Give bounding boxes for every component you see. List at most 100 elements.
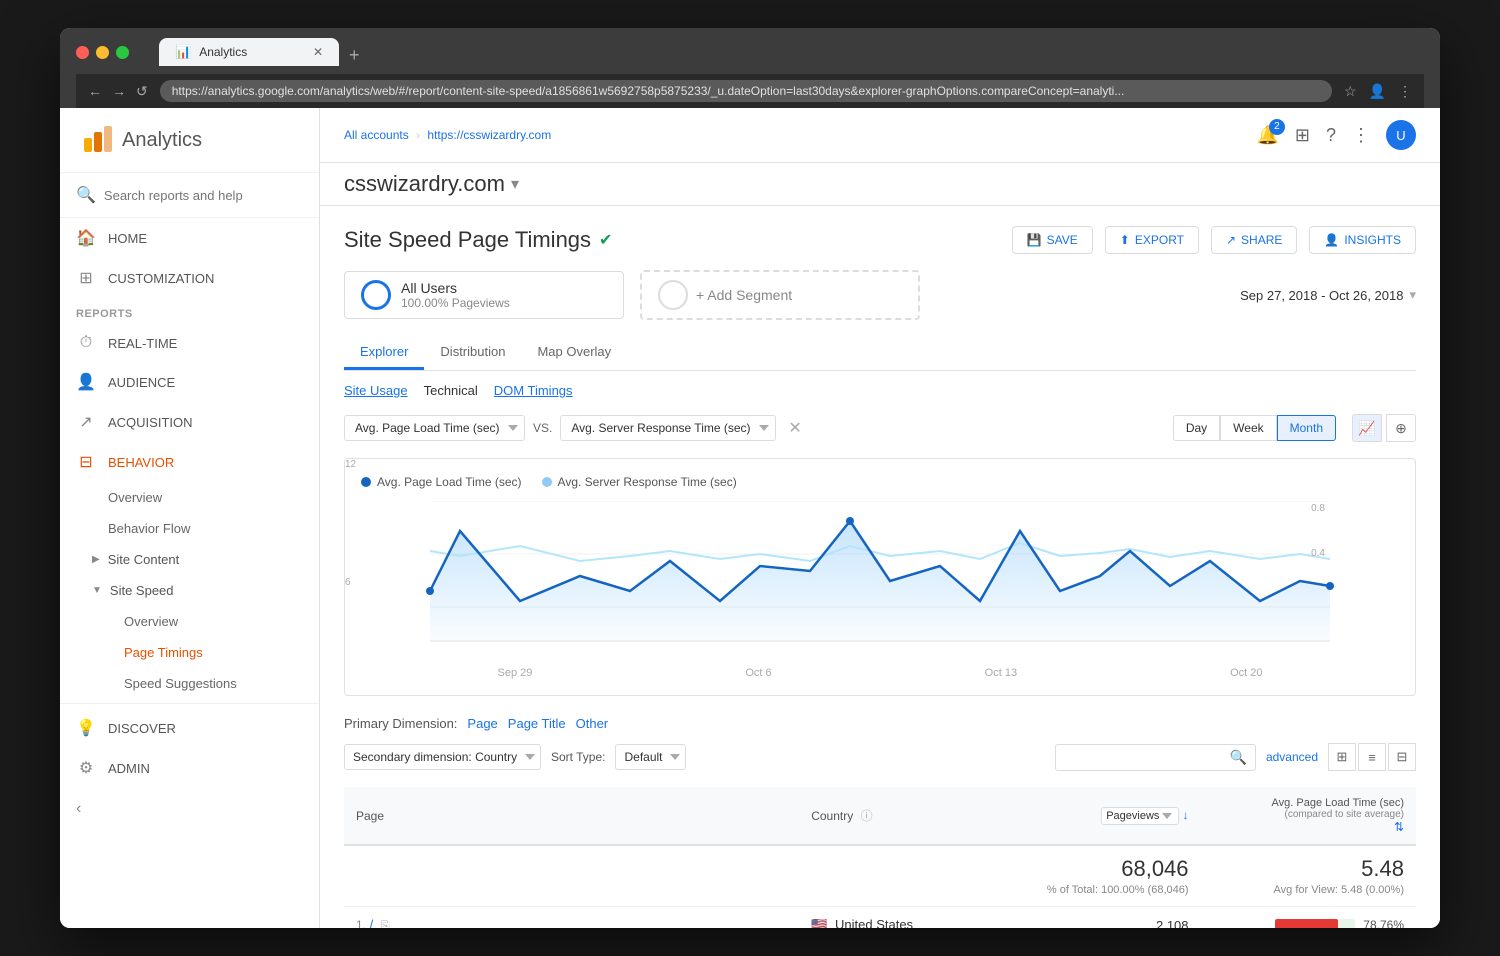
- svg-text:0.8: 0.8: [1311, 503, 1325, 514]
- week-button[interactable]: Week: [1220, 415, 1276, 441]
- save-button[interactable]: 💾 SAVE: [1012, 226, 1093, 254]
- property-dropdown-icon[interactable]: ▾: [511, 174, 519, 194]
- active-tab[interactable]: 📊 Analytics ✕: [159, 38, 339, 66]
- sidebar-sub-page-timings[interactable]: Page Timings: [60, 637, 319, 668]
- sub-tab-dom-timings[interactable]: DOM Timings: [494, 383, 573, 398]
- sub-tab-site-usage[interactable]: Site Usage: [344, 383, 408, 398]
- primary-dimension-bar: Primary Dimension: Page Page Title Other: [344, 716, 1416, 731]
- top-bar: All accounts › https://csswizardry.com 🔔…: [320, 108, 1440, 163]
- sidebar-expandable-site-speed[interactable]: ▼ Site Speed: [60, 575, 319, 606]
- table-pivot-view-button[interactable]: ⊟: [1388, 743, 1416, 771]
- advanced-link[interactable]: advanced: [1266, 750, 1318, 764]
- sidebar-collapse-button[interactable]: ‹: [60, 788, 319, 830]
- remove-metric-icon[interactable]: ✕: [788, 418, 801, 438]
- property-name: csswizardry.com: [344, 171, 505, 197]
- sub-tab-technical[interactable]: Technical: [424, 383, 478, 398]
- refresh-button[interactable]: ↺: [136, 83, 148, 100]
- verified-icon: ✔: [599, 230, 612, 250]
- table-search-box[interactable]: 🔍: [1055, 744, 1256, 771]
- table-search-input[interactable]: [1064, 750, 1224, 764]
- sidebar-header: Analytics: [60, 108, 319, 173]
- page-link[interactable]: /: [370, 917, 374, 928]
- help-button[interactable]: ?: [1326, 125, 1336, 146]
- add-segment-button[interactable]: + Add Segment: [640, 270, 920, 320]
- sidebar-sub-speed-overview[interactable]: Overview: [60, 606, 319, 637]
- sidebar-item-customization[interactable]: ⊞ CUSTOMIZATION: [60, 258, 319, 298]
- expand-down-icon: ▼: [92, 585, 102, 596]
- new-tab-button[interactable]: +: [341, 45, 368, 66]
- sidebar-item-behavior[interactable]: ⊟ BEHAVIOR: [60, 442, 319, 482]
- notifications-button[interactable]: 🔔 2: [1256, 125, 1278, 146]
- x-label-0: Sep 29: [498, 667, 533, 679]
- sidebar-search-bar[interactable]: 🔍: [60, 173, 319, 218]
- sort-type-select[interactable]: Default: [615, 744, 686, 770]
- maximize-button[interactable]: [116, 46, 129, 59]
- sidebar-sub-overview[interactable]: Overview: [60, 482, 319, 513]
- line-chart-button[interactable]: 📈: [1352, 414, 1382, 442]
- time-buttons: Day Week Month: [1173, 415, 1336, 441]
- report-actions: 💾 SAVE ⬆ EXPORT ↗ SHARE 👤: [1012, 226, 1416, 254]
- sort-pageviews-icon[interactable]: ↓: [1183, 808, 1189, 822]
- legend-secondary: Avg. Server Response Time (sec): [542, 475, 737, 489]
- browser-controls: 📊 Analytics ✕ +: [76, 38, 1424, 66]
- month-button[interactable]: Month: [1277, 415, 1336, 441]
- search-input[interactable]: [104, 188, 303, 203]
- tab-explorer[interactable]: Explorer: [344, 336, 424, 370]
- back-button[interactable]: ←: [88, 83, 102, 100]
- more-options-button[interactable]: ⋮: [1352, 125, 1370, 146]
- forward-button[interactable]: →: [112, 83, 126, 100]
- sidebar-item-acquisition[interactable]: ↗ ACQUISITION: [60, 402, 319, 442]
- add-segment-label: + Add Segment: [696, 287, 792, 303]
- secondary-metric-select[interactable]: Avg. Server Response Time (sec): [560, 415, 776, 441]
- share-button[interactable]: ↗ SHARE: [1211, 226, 1297, 254]
- home-icon: 🏠: [76, 228, 96, 248]
- user-avatar[interactable]: U: [1386, 120, 1416, 150]
- sort-type-label: Sort Type:: [551, 750, 605, 764]
- tab-bar: 📊 Analytics ✕ +: [159, 38, 1424, 66]
- tab-map-overlay[interactable]: Map Overlay: [521, 336, 627, 370]
- sidebar-item-home[interactable]: 🏠 HOME: [60, 218, 319, 258]
- sidebar-item-admin[interactable]: ⚙ ADMIN: [60, 748, 319, 788]
- sidebar-sub-behavior-flow[interactable]: Behavior Flow: [60, 513, 319, 544]
- primary-metric-select[interactable]: Avg. Page Load Time (sec): [344, 415, 525, 441]
- bar-percentage: 78.76%: [1363, 918, 1404, 928]
- sidebar-sub-speed-suggestions[interactable]: Speed Suggestions: [60, 668, 319, 699]
- day-button[interactable]: Day: [1173, 415, 1220, 441]
- sidebar-item-discover[interactable]: 💡 DISCOVER: [60, 708, 319, 748]
- table-list-view-button[interactable]: ≡: [1358, 743, 1386, 771]
- browser-chrome: 📊 Analytics ✕ + ← → ↺ ☆ 👤 ⋮: [60, 28, 1440, 108]
- more-options-icon[interactable]: ⋮: [1398, 83, 1412, 100]
- table-grid-view-button[interactable]: ⊞: [1328, 743, 1356, 771]
- breadcrumb-property-url[interactable]: https://csswizardry.com: [427, 128, 551, 142]
- chart-x-labels: Sep 29 Oct 6 Oct 13 Oct 20: [361, 667, 1399, 679]
- tab-distribution[interactable]: Distribution: [424, 336, 521, 370]
- export-button[interactable]: ⬆ EXPORT: [1105, 226, 1199, 254]
- minimize-button[interactable]: [96, 46, 109, 59]
- dimension-other-link[interactable]: Other: [576, 716, 609, 731]
- sidebar-item-audience[interactable]: 👤 AUDIENCE: [60, 362, 319, 402]
- breadcrumb-all-accounts[interactable]: All accounts: [344, 128, 409, 142]
- sidebar-expandable-site-content[interactable]: ▶ Site Content: [60, 544, 319, 575]
- dimension-page-link[interactable]: Page: [467, 716, 497, 731]
- sort-metric-icon[interactable]: ⇅: [1394, 820, 1404, 834]
- tab-close-icon[interactable]: ✕: [313, 45, 323, 59]
- sidebar-item-realtime[interactable]: ⏱ REAL-TIME: [60, 324, 319, 362]
- insights-icon: 👤: [1324, 233, 1339, 247]
- date-range-text: Sep 27, 2018 - Oct 26, 2018: [1240, 288, 1403, 303]
- browser-toolbar-icons: ☆ 👤 ⋮: [1344, 83, 1412, 100]
- insights-button[interactable]: 👤 INSIGHTS: [1309, 226, 1416, 254]
- pageviews-metric-select[interactable]: Pageviews: [1101, 807, 1179, 825]
- apps-button[interactable]: ⊞: [1295, 125, 1310, 146]
- explorer-tabs: Explorer Distribution Map Overlay: [344, 336, 1416, 371]
- secondary-dimension-select[interactable]: Secondary dimension: Country: [344, 744, 541, 770]
- bookmark-icon[interactable]: ☆: [1344, 83, 1357, 100]
- notification-count: 2: [1269, 119, 1285, 135]
- copy-icon[interactable]: ⎘: [381, 920, 390, 928]
- close-button[interactable]: [76, 46, 89, 59]
- dimension-page-title-link[interactable]: Page Title: [508, 716, 566, 731]
- user-profile-icon[interactable]: 👤: [1369, 83, 1386, 100]
- pie-chart-button[interactable]: ⊕: [1386, 414, 1416, 442]
- url-input[interactable]: [160, 80, 1332, 102]
- date-range-selector[interactable]: Sep 27, 2018 - Oct 26, 2018 ▾: [1240, 287, 1416, 303]
- share-icon: ↗: [1226, 233, 1236, 247]
